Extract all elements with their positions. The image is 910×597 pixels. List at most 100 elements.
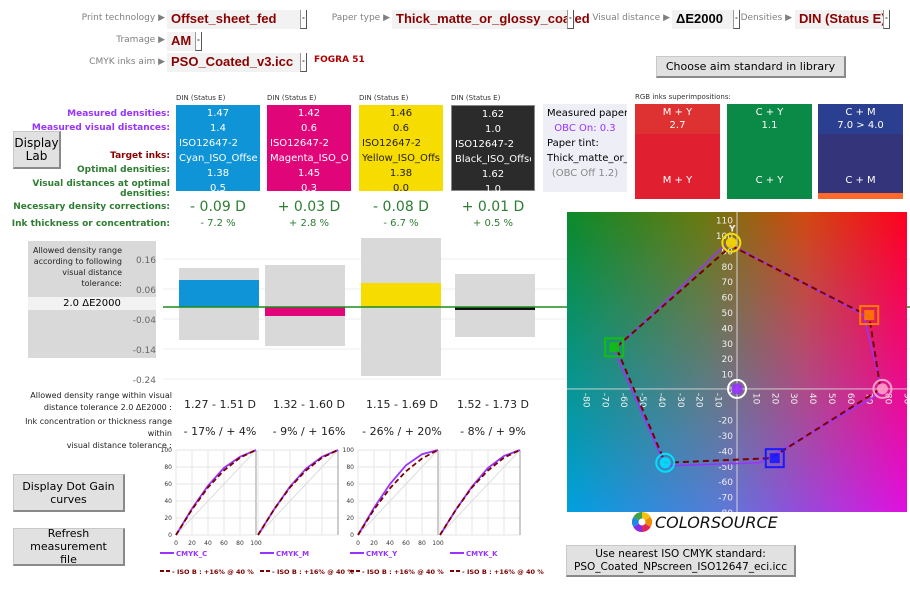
diagonal — [175, 449, 257, 536]
target-inks-label: Target inks: — [110, 151, 170, 161]
print-technology-select[interactable]: Offset_sheet_fed - — [167, 10, 307, 29]
dropdown-arrow-icon[interactable]: - — [300, 10, 307, 29]
density-correction: - 0.08 D — [373, 199, 429, 215]
measured-densities-label: Measured densities: — [67, 109, 170, 119]
ink-concentration-range: - 26% / + 20% — [362, 425, 442, 438]
allowed-range-bar — [265, 265, 345, 346]
ink-thickness: - 6.7 % — [383, 218, 419, 229]
marker-cyan-fill — [659, 457, 671, 469]
dropdown-arrow-icon[interactable]: - — [733, 10, 740, 29]
correction-bar — [361, 283, 441, 307]
display-dot-gain-line1: Display Dot Gain — [22, 479, 115, 493]
marker-yellow-fill — [725, 237, 737, 249]
dropdown-arrow-icon[interactable]: - — [567, 10, 574, 29]
dropdown-arrow-icon[interactable]: - — [195, 32, 202, 51]
y-tick-label: 100 — [161, 447, 173, 454]
allowed-density-range: 1.27 - 1.51 D — [184, 398, 256, 411]
measured-paper-label: Measured paper: — [547, 108, 627, 119]
y-tick-label: 100 — [343, 447, 355, 454]
tramage-label: Tramage ▶ — [116, 35, 165, 45]
fogra-note: FOGRA 51 — [314, 55, 365, 65]
x-tick-label: -60 — [618, 393, 628, 408]
display-dot-gain-button[interactable]: Display Dot Gain curves — [13, 474, 125, 512]
logo-text: COLORSOURCE — [655, 512, 778, 532]
dropdown-arrow-icon[interactable]: - — [300, 53, 307, 72]
x-tick-label: 100 — [250, 540, 262, 547]
x-tick-label: 80 — [883, 393, 893, 405]
y-tick-label: 50 — [722, 309, 734, 319]
measured-distance: 0.6 — [393, 123, 409, 134]
paper-tint-label: Paper tint: — [547, 138, 599, 149]
cmyk-inks-aim-select[interactable]: PSO_Coated_v3.icc - — [167, 53, 307, 72]
dropdown-arrow-icon[interactable]: - — [883, 10, 890, 29]
paper-type-label: Paper type ▶ — [331, 13, 390, 23]
x-tick-label: 90 — [902, 393, 908, 405]
x-tick-label: 60 — [402, 540, 410, 547]
paper-tint-value: Thick_matte_or_glossy_coated — [547, 153, 627, 164]
x-tick-label: -10 — [713, 393, 723, 408]
x-tick-label: 40 — [807, 393, 817, 405]
x-tick-label: -30 — [675, 393, 685, 408]
y-tick-label: -0.14 — [133, 346, 157, 356]
optimal-distance: 0.0 — [393, 183, 409, 194]
x-tick-label: 20 — [370, 540, 378, 547]
ink-box-cyan: 1.47 1.4 ISO12647-2 Cyan_ISO_Offset 1.38 0.5 — [176, 105, 260, 194]
display-dot-gain-line2: curves — [50, 492, 87, 506]
rgb-box-top: M + Y 2.7 — [635, 104, 720, 134]
choose-aim-standard-button[interactable]: Choose aim standard in library — [656, 56, 846, 78]
visual-distance-value: ΔE2000 — [676, 11, 723, 26]
refresh-measurement-button[interactable]: Refresh measurement file — [13, 527, 125, 566]
allowed-density-range: 1.32 - 1.60 D — [273, 398, 345, 411]
rgb-label-bottom: C + M — [845, 175, 876, 186]
density-correction: - 0.09 D — [190, 199, 246, 215]
ink-thickness: + 2.8 % — [288, 218, 330, 229]
legend-measured-label: CMYK_K — [466, 550, 498, 558]
visual-distances-optimal-label: Visual distances at optimal densities: — [32, 179, 170, 199]
marker-green-fill — [609, 342, 620, 353]
target-ink: Black_ISO_Offset — [455, 154, 531, 165]
x-tick-label: 0 — [174, 540, 178, 547]
visual-distance-label: Visual distance ▶ — [592, 13, 670, 23]
y-tick-label: 0 — [350, 532, 354, 539]
y-tick-label: 20 — [722, 355, 734, 365]
densities-select[interactable]: DIN (Status E) - — [795, 10, 890, 29]
x-tick-label: 70 — [864, 393, 874, 405]
correction-bar — [265, 307, 345, 316]
x-tick-label: 60 — [220, 540, 228, 547]
use-nearest-standard-button[interactable]: Use nearest ISO CMYK standard: PSO_Coate… — [566, 545, 796, 577]
print-technology-value: Offset_sheet_fed — [171, 11, 277, 26]
y-tick-label: 0 — [168, 532, 172, 539]
legend-measured-label: CMYK_Y — [366, 550, 398, 558]
colorsource-logo: COLORSOURCE — [632, 512, 778, 532]
tramage-select[interactable]: AM - — [167, 32, 202, 51]
marker-red-fill — [864, 310, 875, 321]
ink-header: DIN (Status E) — [359, 94, 409, 102]
y-tick-label: -30 — [718, 432, 733, 442]
y-tick-label: 20 — [346, 515, 354, 522]
x-tick-label: 20 — [188, 540, 196, 547]
x-tick-label: 80 — [236, 540, 244, 547]
measured-density: 1.62 — [481, 109, 505, 120]
ink-thickness: - 7.2 % — [200, 218, 236, 229]
tramage-value: AM — [171, 33, 192, 48]
rgb-accent-bar — [818, 193, 903, 199]
paper-type-select[interactable]: Thick_matte_or_glossy_coated - — [392, 10, 590, 29]
rgb-label-bottom: M + Y — [662, 175, 693, 186]
allowed-range-bar — [455, 274, 535, 337]
display-lab-button[interactable]: Display Lab — [13, 131, 61, 169]
marker-magenta-fill — [876, 383, 888, 395]
target-ink: Yellow_ISO_Offset — [362, 153, 440, 164]
measured-distance: 0.6 — [301, 123, 317, 134]
rgb-box-top: C + Y 1.1 — [727, 104, 812, 134]
ink-conc-range-label: Ink concentration or thickness range wit… — [0, 416, 172, 452]
legend-aim-label: - ISO B : +16% @ 40 % — [172, 568, 254, 576]
standard: ISO12647-2 — [455, 139, 514, 150]
y-tick-label: 30 — [722, 340, 734, 350]
y-tick-label: 70 — [722, 278, 734, 288]
visual-distance-select[interactable]: ΔE2000 - — [672, 10, 740, 29]
y-tick-label: -0.04 — [133, 316, 157, 326]
refresh-measurement-line2: file — [60, 553, 77, 566]
y-tick-label: 60 — [346, 481, 354, 488]
y-tick-label: 10 — [722, 371, 734, 381]
y-tick-label: 0.16 — [136, 256, 156, 266]
